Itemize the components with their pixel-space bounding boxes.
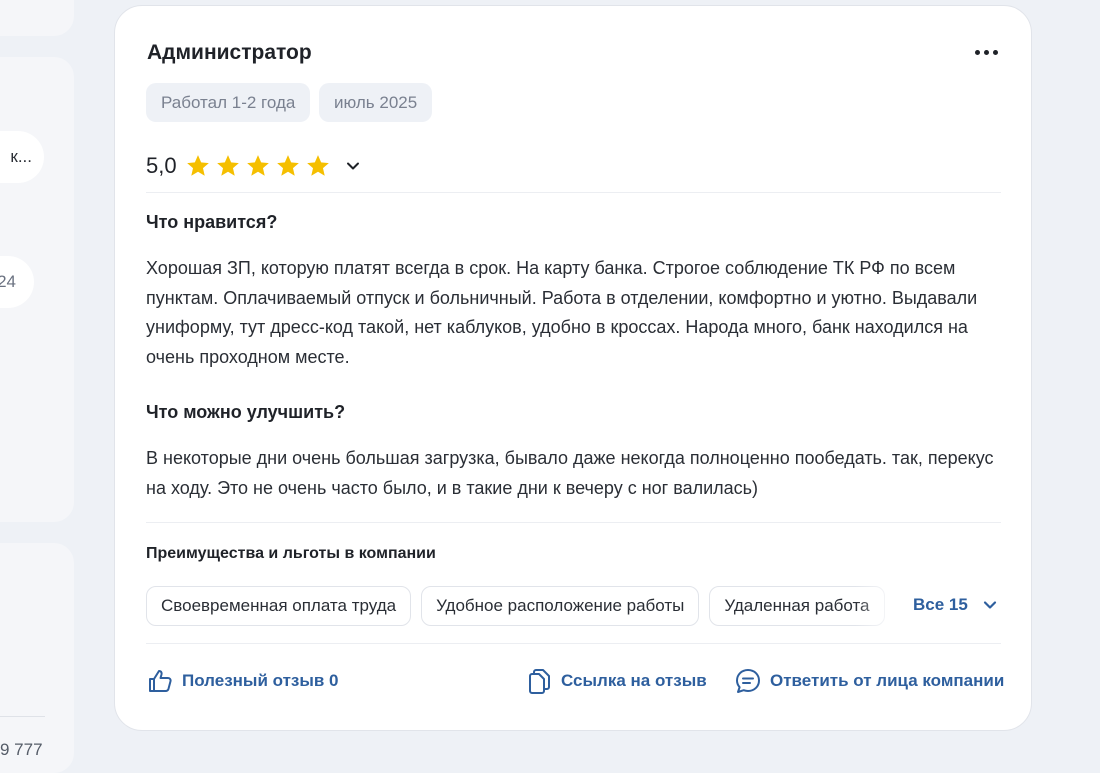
tag-date: июль 2025 bbox=[319, 83, 433, 122]
divider bbox=[146, 643, 1001, 644]
copy-link-label: Ссылка на отзыв bbox=[561, 671, 707, 690]
tag-experience: Работал 1-2 года bbox=[146, 83, 311, 122]
likes-header: Что нравится? bbox=[146, 212, 278, 232]
divider bbox=[146, 192, 1001, 193]
star-icon bbox=[306, 155, 329, 176]
star-icon bbox=[246, 155, 269, 176]
more-options-icon[interactable] bbox=[971, 42, 1001, 62]
left-bottom-number: 9 777 bbox=[0, 740, 43, 759]
chips-fade bbox=[855, 586, 905, 628]
rating-value: 5,0 bbox=[146, 153, 177, 178]
improve-header: Что можно улучшить? bbox=[146, 402, 346, 422]
review-card: Администратор Работал 1-2 года июль 2025… bbox=[114, 5, 1032, 731]
benefits-chips: Своевременная оплата труда Удобное распо… bbox=[146, 586, 886, 628]
rating-row: 5,0 bbox=[146, 149, 361, 183]
divider bbox=[146, 522, 1001, 523]
chevron-down-icon bbox=[983, 601, 996, 609]
star-icon bbox=[216, 155, 239, 176]
all-benefits-button[interactable]: Все 15 bbox=[913, 595, 998, 615]
chat-bubble-icon bbox=[736, 669, 760, 693]
left-card-top bbox=[0, 0, 74, 36]
chevron-down-icon[interactable] bbox=[345, 158, 361, 174]
left-card-bottom bbox=[0, 543, 74, 773]
helpful-label: Полезный отзыв 0 bbox=[182, 671, 339, 690]
helpful-review-button[interactable]: Полезный отзыв 0 bbox=[146, 667, 339, 695]
all-benefits-label: Все 15 bbox=[913, 595, 968, 614]
left-divider bbox=[0, 716, 45, 717]
review-position-title: Администратор bbox=[147, 41, 312, 64]
star-icon bbox=[186, 155, 209, 176]
reply-label: Ответить от лица компании bbox=[770, 671, 1005, 690]
benefits-header: Преимущества и льготы в компании bbox=[146, 545, 436, 562]
likes-text: Хорошая ЗП, которую платят всегда в срок… bbox=[146, 258, 978, 367]
improve-text: В некоторые дни очень большая загрузка, … bbox=[146, 448, 994, 498]
copy-link-button[interactable]: Ссылка на отзыв bbox=[525, 667, 707, 695]
reply-as-company-button[interactable]: Ответить от лица компании bbox=[734, 667, 1004, 695]
benefit-chip[interactable]: Удобное расположение работы bbox=[421, 586, 700, 626]
star-icon bbox=[276, 155, 299, 176]
copy-icon bbox=[529, 669, 550, 694]
rating-stars bbox=[185, 153, 331, 179]
thumbs-up-icon bbox=[149, 670, 172, 692]
benefit-chip[interactable]: Своевременная оплата труда bbox=[146, 586, 412, 626]
